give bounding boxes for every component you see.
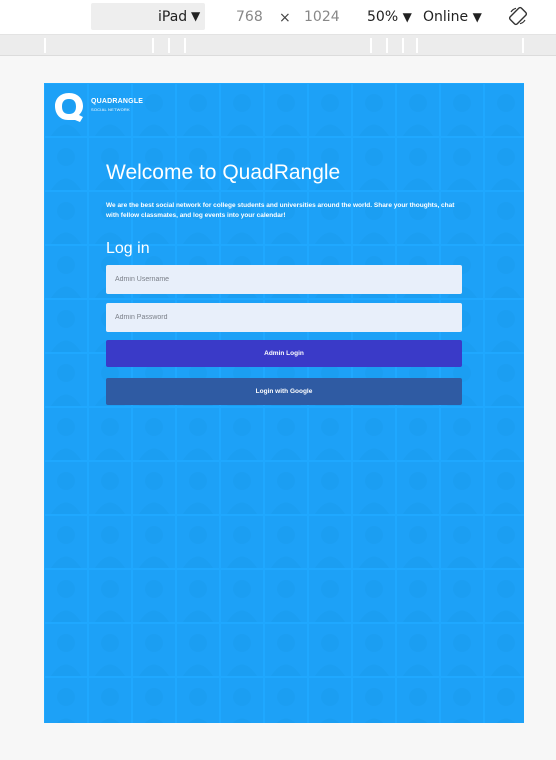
- ruler-tick: [184, 38, 186, 53]
- caret-down-icon: ▼: [402, 10, 412, 24]
- media-query-ruler[interactable]: [0, 35, 556, 56]
- page-title: Welcome to QuadRangle: [106, 161, 341, 184]
- rotate-icon[interactable]: [508, 6, 528, 26]
- caret-down-icon: ▼: [472, 10, 482, 24]
- admin-login-button[interactable]: Admin Login: [106, 340, 462, 367]
- network-throttle-select[interactable]: Online ▼: [423, 9, 482, 25]
- zoom-select[interactable]: 50% ▼: [367, 9, 412, 25]
- ruler-tick: [522, 38, 524, 53]
- ruler-tick: [370, 38, 372, 53]
- height-input[interactable]: 1024: [304, 9, 340, 25]
- ruler-tick: [402, 38, 404, 53]
- device-select-label: iPad: [158, 9, 188, 25]
- ruler-tick: [416, 38, 418, 53]
- google-login-button[interactable]: Login with Google: [106, 378, 462, 405]
- quadrangle-logo-icon: [55, 93, 83, 122]
- brand-name: QUADRANGLE: [91, 98, 144, 105]
- intro-text: We are the best social network for colle…: [106, 202, 455, 220]
- ruler-tick: [386, 38, 388, 53]
- width-input[interactable]: 768: [236, 9, 263, 25]
- caret-down-icon: ▼: [191, 9, 201, 23]
- device-toolbar: iPad ▼ 768 × 1024 50% ▼ Online ▼: [0, 0, 556, 35]
- ruler-tick: [44, 38, 46, 53]
- admin-password-input[interactable]: [106, 303, 462, 332]
- device-select[interactable]: iPad ▼: [91, 3, 205, 30]
- page-viewport: QUADRANGLE SOCIAL NETWORK Welcome to Qua…: [44, 83, 524, 723]
- ruler-tick: [168, 38, 170, 53]
- dimension-separator: ×: [279, 10, 291, 26]
- login-heading: Log in: [106, 240, 150, 257]
- ruler-tick: [152, 38, 154, 53]
- admin-username-input[interactable]: [106, 265, 462, 294]
- network-value: Online: [423, 9, 469, 25]
- brand-tagline: SOCIAL NETWORK: [91, 107, 130, 112]
- zoom-value: 50%: [367, 9, 399, 25]
